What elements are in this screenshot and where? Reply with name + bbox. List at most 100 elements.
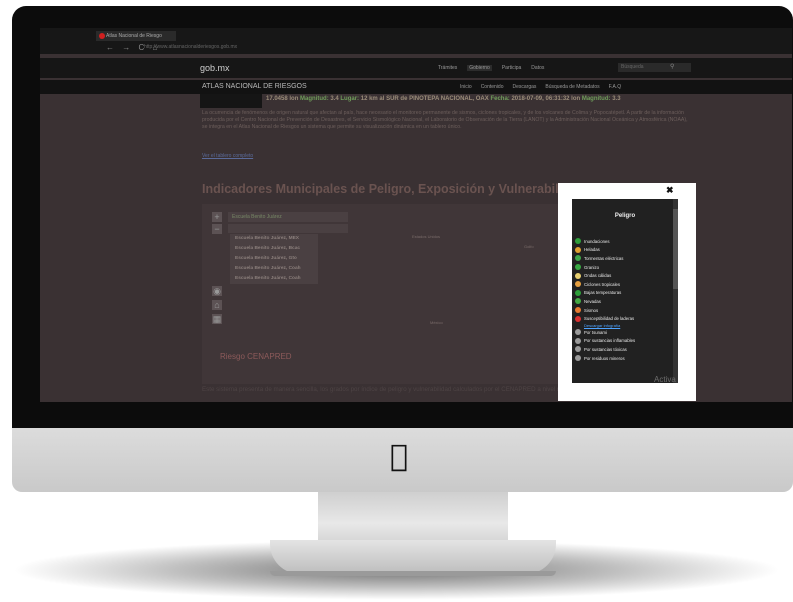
atlas-title[interactable]: ATLAS NACIONAL DE RIESGOS: [202, 83, 307, 90]
hazard-dot-icon: [575, 264, 581, 271]
hazard-popup: ✖ Peligro Inundaciones Heladas Tormentas…: [558, 183, 696, 401]
gob-search-input[interactable]: Búsqueda: [618, 63, 691, 72]
home-icon[interactable]: ⌂: [212, 300, 222, 310]
browser-tab[interactable]: Atlas Nacional de Riesgo: [96, 31, 176, 41]
hazard-dot-icon: [575, 255, 581, 262]
hazard-panel: Peligro Inundaciones Heladas Tormentas e…: [572, 199, 678, 383]
search-icon[interactable]: ⚲: [670, 63, 674, 70]
hazard-item[interactable]: Por tsunami: [575, 328, 669, 337]
hazard-label: Nevadas: [584, 298, 601, 304]
ticker-magnitud-label: Magnitud:: [300, 96, 329, 102]
nav-datos[interactable]: Datos: [531, 65, 544, 71]
suggestion-item[interactable]: Escuela Benito Juárez, Gto: [230, 254, 318, 264]
monitor-stand-edge: [270, 571, 556, 576]
map-label-mexico: México: [430, 320, 443, 325]
hazard-label: Por sustancias tóxicas: [584, 346, 627, 352]
footer-text: Este sistema presenta de manera sencilla…: [202, 386, 585, 393]
ticker-coords-2: lon: [571, 96, 581, 102]
nav-contenido[interactable]: Contenido: [481, 84, 504, 90]
zoom-in-button[interactable]: +: [212, 212, 222, 222]
hazard-item[interactable]: Ciclones tropicales: [575, 280, 669, 289]
hazard-dot-icon: [575, 246, 581, 253]
nav-tramites[interactable]: Trámites: [438, 65, 457, 71]
hazard-dot-icon: [575, 281, 581, 288]
tab-title: Atlas Nacional de Riesgo: [106, 33, 162, 39]
hazard-dot-icon: [575, 307, 581, 314]
browser-toolbar: Atlas Nacional de Riesgo ← → C ⌂ http://…: [40, 28, 792, 54]
hazard-item[interactable]: Por sustancias inflamables: [575, 337, 669, 346]
hazard-label: Bajas temperaturas: [584, 290, 622, 296]
search-suggestions: Escuela Benito Juárez, MEX Escuela Benit…: [230, 234, 318, 284]
suggestion-item[interactable]: Escuela Benito Juárez, MEX: [230, 234, 318, 244]
ticker-fecha-label: Fecha:: [490, 96, 510, 102]
seismic-ticker: 17.0458 lon Magnitud: 3.4 Lugar: 12 km a…: [266, 96, 696, 102]
hazard-item[interactable]: Heladas: [575, 246, 669, 255]
ticker-magnitud-2: 3.3: [612, 96, 621, 102]
map-label-golfo: Golfo: [524, 244, 534, 249]
ticker-fecha: 2018-07-09, 06:31:32: [511, 96, 570, 102]
risk-map[interactable]: + − Escuela Benito Juárez Escuela Benito…: [202, 204, 558, 384]
gob-header: gob.mx Trámites Gobierno Participa Datos…: [40, 58, 792, 78]
hazard-label: Ondas cálidas: [584, 273, 612, 279]
hazard-dot-icon: [575, 298, 581, 305]
hazard-label: Heladas: [584, 247, 600, 253]
layers-icon[interactable]: ▦: [212, 314, 222, 324]
hazard-label: Ciclones tropicales: [584, 281, 621, 287]
hazard-dot-icon: [575, 315, 581, 322]
map-search-sub[interactable]: [228, 224, 348, 233]
suggestion-item[interactable]: Escuela Benito Juárez, Bcac: [230, 244, 318, 254]
hazard-item[interactable]: Granizo: [575, 263, 669, 272]
hazard-label: Inundaciones: [584, 238, 610, 244]
section-title: Indicadores Municipales de Peligro, Expo…: [202, 182, 585, 196]
map-watermark: Riesgo CENAPRED: [220, 352, 292, 361]
gob-logo[interactable]: gob.mx: [200, 63, 230, 73]
hazard-label: Por residuos mineros: [584, 355, 625, 361]
hazard-item[interactable]: Ondas cálidas: [575, 271, 669, 280]
zoom-out-button[interactable]: −: [212, 224, 222, 234]
suggestion-item[interactable]: Escuela Benito Juárez, Coah: [230, 264, 318, 274]
hazard-dot-icon: [575, 238, 581, 245]
nav-participa[interactable]: Participa: [502, 65, 521, 71]
hazard-item[interactable]: Tormentas eléctricas: [575, 254, 669, 263]
hazard-item[interactable]: Por sustancias tóxicas: [575, 345, 669, 354]
nav-inicio[interactable]: Inicio: [460, 84, 472, 90]
ticker-lugar: 12 km al SUR de PINOTEPA NACIONAL, OAX: [360, 96, 489, 102]
nav-descargas[interactable]: Descargas: [512, 84, 536, 90]
hazard-dot-icon: [575, 289, 581, 296]
atlas-header: ATLAS NACIONAL DE RIESGOS Inicio Conteni…: [40, 80, 792, 94]
favicon-icon: [99, 33, 105, 39]
nav-metadatos[interactable]: Búsqueda de Metadatos: [545, 84, 599, 90]
hazard-item[interactable]: Sismos: [575, 306, 669, 315]
hazard-label: Por tsunami: [584, 329, 607, 335]
location-icon[interactable]: ◉: [212, 286, 222, 296]
nav-faq[interactable]: F.A.Q: [609, 84, 622, 90]
hazard-item[interactable]: Susceptibilidad de laderas: [575, 314, 669, 323]
monitor-stand-foot: [270, 540, 556, 574]
map-search-input[interactable]: Escuela Benito Juárez: [228, 212, 348, 222]
popup-title: Peligro: [614, 213, 636, 219]
hazard-dot-icon: [575, 355, 581, 362]
hazard-label: Granizo: [584, 264, 600, 270]
hazard-item[interactable]: Nevadas: [575, 297, 669, 306]
gob-nav: Trámites Gobierno Participa Datos: [438, 65, 544, 71]
hazard-item[interactable]: Inundaciones: [575, 237, 669, 246]
ticker-magnitud-label-2: Magnitud:: [581, 96, 611, 102]
ticker-coords: 17.0458 lon: [266, 96, 299, 102]
close-icon[interactable]: ✖: [666, 185, 674, 196]
imac-monitor: Atlas Nacional de Riesgo ← → C ⌂ http://…: [0, 0, 793, 602]
monitor-stand-neck: [318, 492, 508, 544]
hazard-item[interactable]: Bajas temperaturas: [575, 289, 669, 298]
suggestion-item[interactable]: Escuela Benito Juárez, Coah: [230, 274, 318, 284]
address-bar[interactable]: http://www.atlasnacionalderiesgos.gob.mx: [144, 43, 544, 52]
intro-link[interactable]: Ver el tablero completo: [202, 153, 253, 159]
intro-paragraph: La ocurrencia de fenómenos de origen nat…: [202, 110, 688, 130]
hazard-list: Inundaciones Heladas Tormentas eléctrica…: [575, 237, 669, 362]
ticker-thumbnail: [200, 94, 262, 108]
map-label-usa: Estados Unidos: [412, 234, 441, 239]
hazard-item[interactable]: Por residuos mineros: [575, 354, 669, 363]
nav-gobierno[interactable]: Gobierno: [467, 65, 492, 71]
ticker-lugar-label: Lugar:: [340, 96, 360, 102]
windows-activation-watermark: Activa: [654, 375, 676, 384]
hazard-dot-icon: [575, 337, 581, 344]
popup-scroll-thumb[interactable]: [673, 209, 678, 289]
